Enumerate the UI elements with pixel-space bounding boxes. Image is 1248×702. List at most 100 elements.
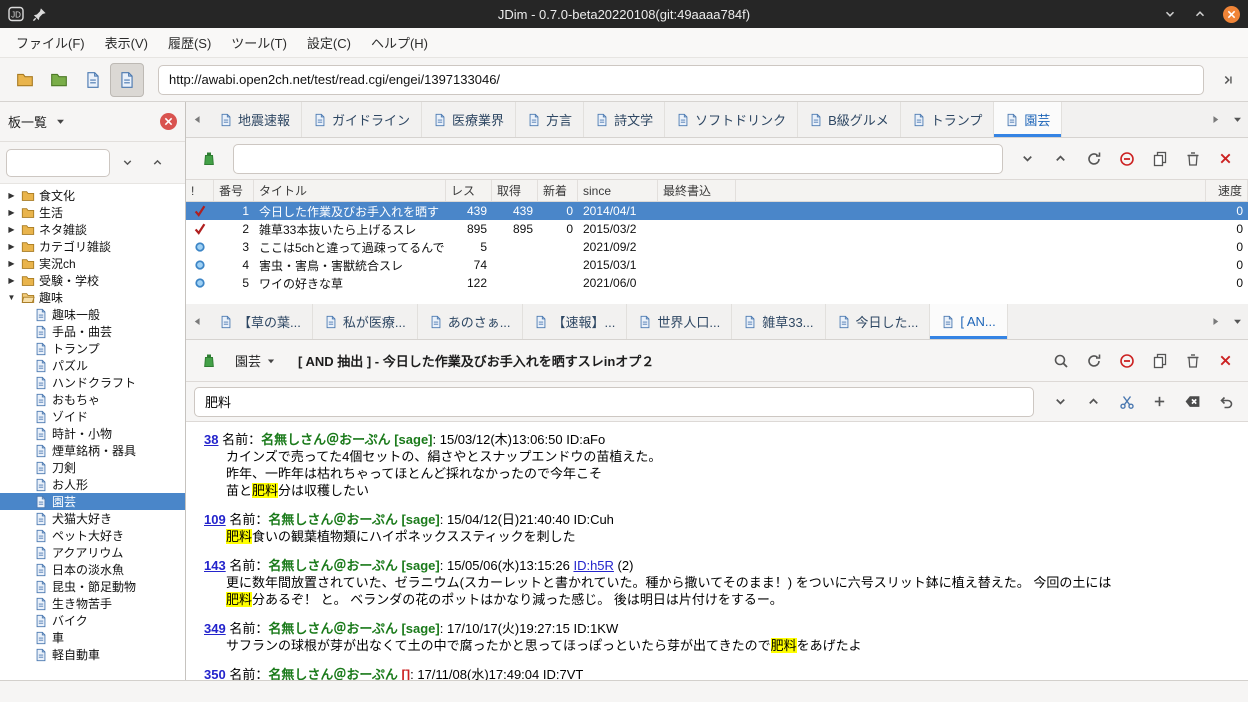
menu-item-1[interactable]: 表示(V) <box>95 28 158 57</box>
board-category[interactable]: ▼趣味 <box>0 289 185 306</box>
extract-cut-icon[interactable] <box>1112 387 1141 416</box>
thread-tab[interactable]: あのさぁ... <box>418 304 523 339</box>
board-item[interactable]: ハンドクラフト <box>0 374 185 391</box>
expander-open-icon[interactable]: ▼ <box>6 293 17 302</box>
board-item[interactable]: 園芸 <box>0 493 185 510</box>
board-item[interactable]: 日本の淡水魚 <box>0 561 185 578</box>
column-header[interactable]: 速度 <box>1206 180 1248 201</box>
post-number-link[interactable]: 109 <box>204 512 226 527</box>
thread-scroll-right-icon[interactable] <box>1204 304 1226 339</box>
post-number-link[interactable]: 143 <box>204 558 226 573</box>
board-item[interactable]: 生き物苦手 <box>0 595 185 612</box>
board-tab[interactable]: トランプ <box>901 102 995 137</box>
clear-keyword-icon[interactable] <box>1178 387 1207 416</box>
board-item[interactable]: アクアリウム <box>0 544 185 561</box>
close-button[interactable] <box>1223 6 1240 23</box>
copy-icon[interactable] <box>1145 144 1174 173</box>
column-header[interactable]: ! <box>186 180 214 201</box>
column-header[interactable]: since <box>578 180 658 201</box>
extract-keyword-input[interactable] <box>194 387 1034 417</box>
expander-closed-icon[interactable]: ▶ <box>6 276 17 285</box>
close-tab-icon[interactable] <box>1211 144 1240 173</box>
copy-icon[interactable] <box>1145 346 1174 375</box>
menu-item-0[interactable]: ファイル(F) <box>6 28 95 57</box>
extract-prev-icon[interactable] <box>1079 387 1108 416</box>
board-tab[interactable]: 詩文学 <box>584 102 665 137</box>
expander-closed-icon[interactable]: ▶ <box>6 225 17 234</box>
board-category[interactable]: ▶実況ch <box>0 255 185 272</box>
thread-row[interactable]: 3ここは5chと違って過疎ってるんで52021/09/20 <box>186 238 1248 256</box>
board-item[interactable]: 軽自動車 <box>0 646 185 663</box>
url-input[interactable] <box>158 65 1204 95</box>
board-name-dropdown[interactable]: 園芸 <box>227 351 284 370</box>
thread-tab[interactable]: 【草の葉... <box>208 304 313 339</box>
board-item[interactable]: ゾイド <box>0 408 185 425</box>
board-scroll-left-icon[interactable] <box>186 102 208 137</box>
thread-menu-icon[interactable] <box>1226 304 1248 339</box>
post-number-link[interactable]: 349 <box>204 621 226 636</box>
board-category[interactable]: ▶ネタ雑談 <box>0 221 185 238</box>
board-tab[interactable]: 地震速報 <box>208 102 302 137</box>
board-item[interactable]: お人形 <box>0 476 185 493</box>
favorites-button[interactable] <box>42 63 76 97</box>
board-item[interactable]: 犬猫大好き <box>0 510 185 527</box>
stop-icon[interactable] <box>1112 144 1141 173</box>
thread-tab[interactable]: 今日した... <box>826 304 931 339</box>
thread-view-button[interactable] <box>110 63 144 97</box>
post-number-link[interactable]: 38 <box>204 432 218 447</box>
column-header[interactable]: タイトル <box>254 180 446 201</box>
board-item[interactable]: 趣味一般 <box>0 306 185 323</box>
board-filter-input[interactable] <box>6 149 110 177</box>
filter-next-icon[interactable] <box>114 150 140 176</box>
extract-add-icon[interactable] <box>1145 387 1174 416</box>
board-category[interactable]: ▶カテゴリ雑談 <box>0 238 185 255</box>
board-list-button[interactable] <box>8 63 42 97</box>
thread-row[interactable]: 1今日した作業及びお手入れを晒す43943902014/04/10 <box>186 202 1248 220</box>
board-item[interactable]: 刀剣 <box>0 459 185 476</box>
board-category[interactable]: ▶食文化 <box>0 187 185 204</box>
board-tab[interactable]: ソフトドリンク <box>665 102 798 137</box>
sidebar-close-button[interactable] <box>160 113 177 130</box>
expander-closed-icon[interactable]: ▶ <box>6 191 17 200</box>
board-item[interactable]: 車 <box>0 629 185 646</box>
thread-tab[interactable]: 世界人口... <box>627 304 732 339</box>
write-icon[interactable] <box>194 346 223 375</box>
thread-row[interactable]: 5ワイの好きな草1222021/06/00 <box>186 274 1248 292</box>
column-header[interactable]: 最終書込 <box>658 180 736 201</box>
undo-icon[interactable] <box>1211 387 1240 416</box>
menu-item-5[interactable]: ヘルプ(H) <box>361 28 438 57</box>
board-item[interactable]: 昆虫・節足動物 <box>0 578 185 595</box>
toolbar-expand-icon[interactable] <box>1214 65 1240 95</box>
stop-icon[interactable] <box>1112 346 1141 375</box>
board-menu-icon[interactable] <box>1226 102 1248 137</box>
board-item[interactable]: おもちゃ <box>0 391 185 408</box>
menu-item-3[interactable]: ツール(T) <box>221 28 297 57</box>
thread-row[interactable]: 2雑草33本抜いたら上げるスレ89589502015/03/20 <box>186 220 1248 238</box>
thread-row[interactable]: 4害虫・害鳥・害獣統合スレ742015/03/10 <box>186 256 1248 274</box>
maximize-icon[interactable] <box>1193 7 1207 21</box>
board-scroll-right-icon[interactable] <box>1204 102 1226 137</box>
board-item[interactable]: 手品・曲芸 <box>0 323 185 340</box>
delete-icon[interactable] <box>1178 144 1207 173</box>
delete-icon[interactable] <box>1178 346 1207 375</box>
expander-closed-icon[interactable]: ▶ <box>6 259 17 268</box>
board-view-button[interactable] <box>76 63 110 97</box>
filter-prev-icon[interactable] <box>144 150 170 176</box>
board-category[interactable]: ▶受験・学校 <box>0 272 185 289</box>
reload-icon[interactable] <box>1079 144 1108 173</box>
thread-tab[interactable]: 雑草33... <box>732 304 825 339</box>
expander-closed-icon[interactable]: ▶ <box>6 208 17 217</box>
menu-item-2[interactable]: 履歴(S) <box>158 28 221 57</box>
column-header[interactable]: レス <box>446 180 492 201</box>
close-tab-icon[interactable] <box>1211 346 1240 375</box>
thread-tab[interactable]: 【速報】... <box>523 304 628 339</box>
thread-scroll-left-icon[interactable] <box>186 304 208 339</box>
minimize-icon[interactable] <box>1163 7 1177 21</box>
post-id-link[interactable]: ID:h5R <box>573 558 613 573</box>
thread-tab[interactable]: [ AN... <box>930 304 1007 339</box>
board-tab[interactable]: 医療業界 <box>422 102 516 137</box>
board-item[interactable]: 煙草銘柄・器具 <box>0 442 185 459</box>
write-icon[interactable] <box>194 144 223 173</box>
search-prev-icon[interactable] <box>1046 144 1075 173</box>
board-search-input[interactable] <box>233 144 1003 174</box>
